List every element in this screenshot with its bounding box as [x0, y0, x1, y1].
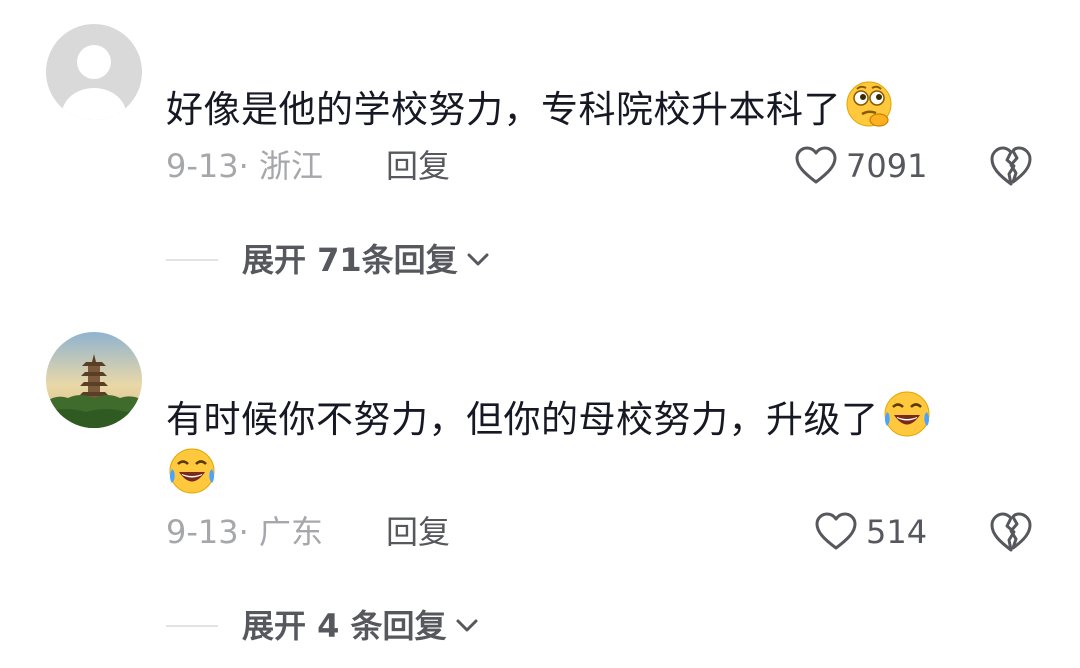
expand-replies-button[interactable]: 展开 71条回复	[166, 238, 492, 282]
broken-heart-icon	[990, 146, 1032, 186]
thinking-emoji-icon	[843, 78, 895, 130]
comment-text: 好像是他的学校努力，专科院校升本科了	[166, 78, 1026, 135]
expand-replies-label: 展开 4 条回复	[242, 607, 447, 645]
like-count: 514	[866, 513, 928, 551]
pagoda-landscape-avatar-icon	[46, 332, 142, 428]
chevron-down-icon	[456, 619, 478, 632]
chevron-down-icon	[467, 253, 489, 266]
user-avatar[interactable]	[46, 332, 142, 428]
broken-heart-icon	[990, 512, 1032, 552]
like-button[interactable]: 514	[814, 510, 927, 554]
heart-icon	[815, 512, 857, 550]
default-avatar-icon	[46, 24, 142, 120]
divider-line	[166, 259, 218, 261]
comment-date-location: 9-13· 广东	[166, 513, 323, 551]
dislike-button[interactable]	[988, 144, 1034, 188]
like-count: 7091	[846, 147, 928, 185]
comment-text-content: 好像是他的学校努力，专科院校升本科了	[166, 88, 841, 131]
divider-line	[166, 625, 218, 627]
user-avatar[interactable]	[46, 24, 142, 120]
heart-icon	[795, 146, 837, 184]
comment-date-location: 9-13· 浙江	[166, 147, 323, 185]
expand-replies-label: 展开 71条回复	[242, 241, 458, 279]
reply-button[interactable]: 回复	[386, 146, 450, 186]
comment-text-content: 有时候你不努力，但你的母校努力，升级了	[166, 398, 879, 441]
expand-replies-button[interactable]: 展开 4 条回复	[166, 604, 481, 648]
dislike-button[interactable]	[988, 510, 1034, 554]
reply-button[interactable]: 回复	[386, 512, 450, 552]
laughing-crying-emoji-icon	[166, 445, 218, 497]
comment-text: 有时候你不努力，但你的母校努力，升级了	[166, 388, 1026, 502]
laughing-crying-emoji-icon	[881, 388, 933, 440]
like-button[interactable]: 7091	[794, 144, 927, 188]
